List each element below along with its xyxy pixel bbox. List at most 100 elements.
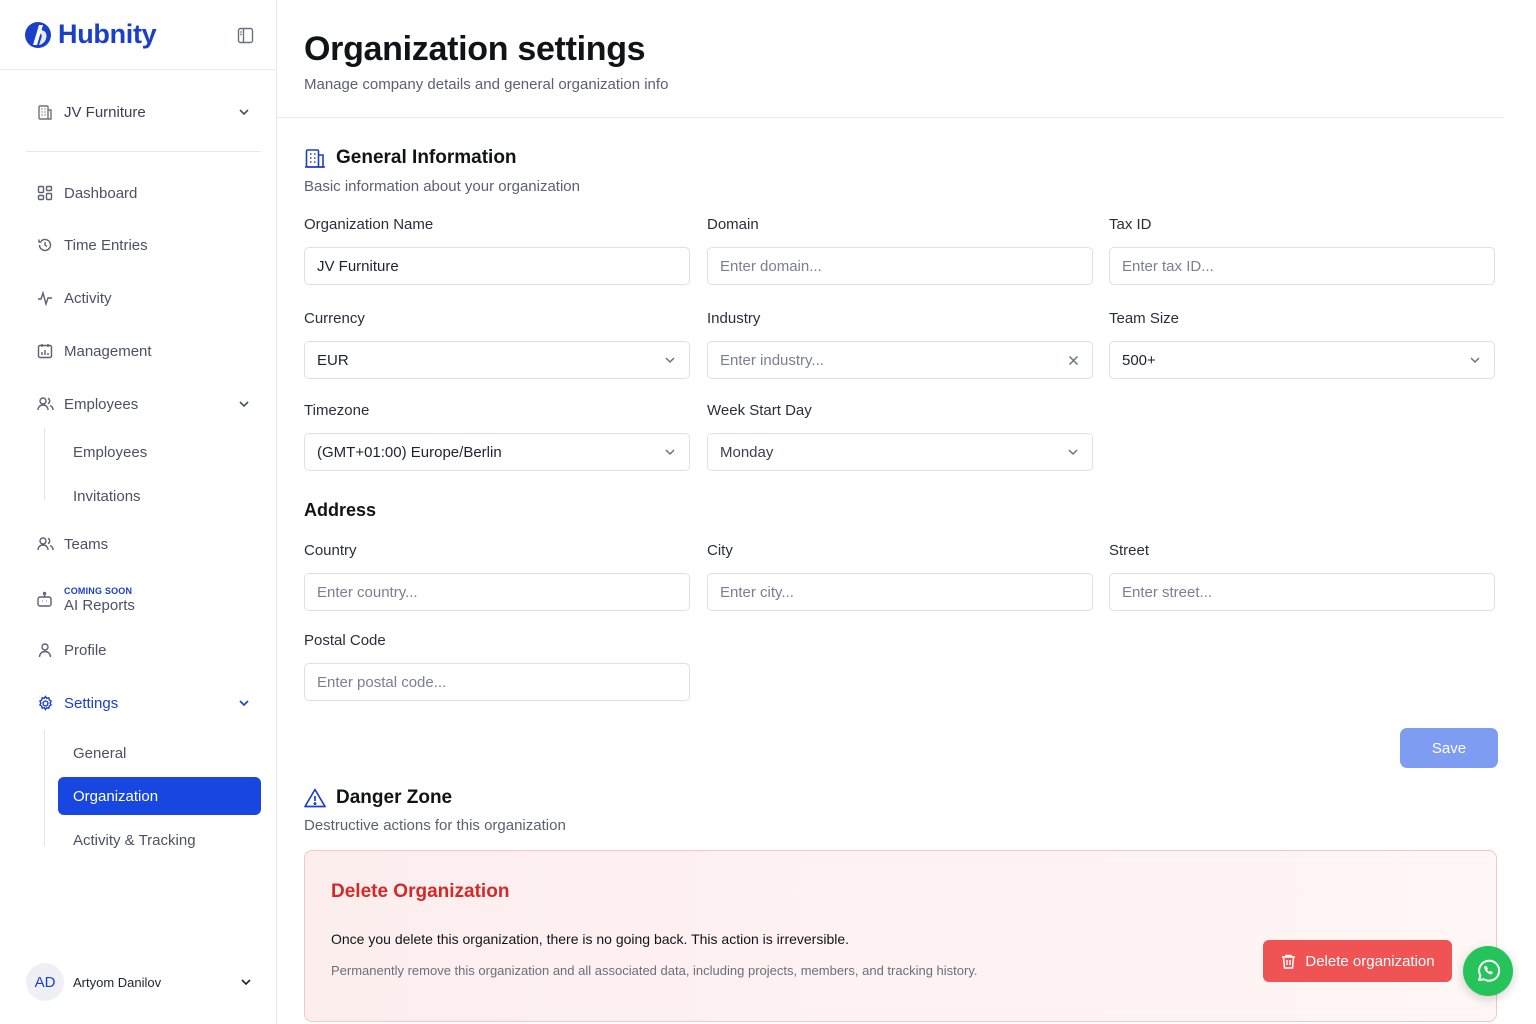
sidebar-item-dashboard[interactable]: Dashboard: [26, 175, 261, 211]
sidebar-item-label: Settings: [64, 694, 119, 712]
sidebar-item-profile[interactable]: Profile: [26, 632, 261, 668]
header-divider: [277, 117, 1504, 118]
tax-id-input[interactable]: [1122, 257, 1482, 275]
currency-select[interactable]: EUR: [304, 341, 690, 379]
warning-triangle-icon: [304, 787, 326, 809]
sidebar-item-label: Dashboard: [64, 184, 138, 202]
users-icon: [36, 395, 54, 413]
grid-icon: [36, 184, 54, 202]
street-input[interactable]: [1122, 583, 1482, 601]
org-name-input[interactable]: [317, 257, 677, 275]
user-icon: [36, 641, 54, 659]
org-name-field[interactable]: [304, 247, 690, 285]
country-input[interactable]: [317, 583, 677, 601]
sidebar-item-settings[interactable]: Settings: [26, 685, 261, 721]
activity-pulse-icon: [36, 289, 54, 307]
building-icon: [36, 103, 54, 121]
team-size-select[interactable]: 500+: [1109, 341, 1495, 379]
chevron-down-icon: [239, 975, 253, 989]
sidebar-item-label: Management: [64, 342, 152, 360]
user-menu[interactable]: AD Artyom Danilov: [26, 962, 261, 1002]
calendar-chart-icon: [36, 342, 54, 360]
address-title: Address: [304, 500, 377, 520]
delete-organization-button[interactable]: Delete organization: [1263, 940, 1452, 982]
country-label: Country: [304, 542, 357, 559]
sidebar-item-teams[interactable]: Teams: [26, 526, 261, 562]
currency-label: Currency: [304, 310, 365, 327]
sidebar-collapse-icon[interactable]: [236, 26, 254, 44]
hubnity-logo-icon: [25, 21, 51, 48]
team-size-value: 500+: [1122, 351, 1156, 369]
sidebar-item-label: Time Entries: [64, 236, 148, 254]
postal-code-label: Postal Code: [304, 632, 386, 649]
domain-field[interactable]: [707, 247, 1093, 285]
delete-organization-label: Delete organization: [1305, 952, 1435, 970]
chevron-down-icon: [1066, 445, 1080, 459]
street-field[interactable]: [1109, 573, 1495, 611]
history-icon: [36, 236, 54, 254]
domain-label: Domain: [707, 216, 759, 233]
chevron-down-icon: [663, 445, 677, 459]
industry-input[interactable]: [720, 351, 1067, 369]
bot-icon: [36, 591, 54, 609]
week-start-select[interactable]: Monday: [707, 433, 1093, 471]
sidebar-item-management[interactable]: Management: [26, 333, 261, 369]
city-input[interactable]: [720, 583, 1080, 601]
brand-name: Hubnity: [58, 19, 157, 49]
week-start-value: Monday: [720, 443, 774, 461]
users-icon: [36, 535, 54, 553]
section-subtitle: Destructive actions for this organizatio…: [304, 817, 566, 834]
sidebar-subitem-activity-tracking[interactable]: Activity & Tracking: [58, 822, 261, 858]
general-info-header: General Information: [304, 147, 517, 169]
sidebar: Hubnity JV Furniture Dashboard Time Entr…: [0, 0, 277, 1024]
sidebar-item-label: Activity: [64, 289, 112, 307]
building-icon: [304, 147, 326, 169]
industry-label: Industry: [707, 310, 761, 327]
delete-warning-text: Once you delete this organization, there…: [331, 931, 850, 947]
sidebar-item-ai-reports[interactable]: COMING SOON AI Reports: [26, 580, 261, 620]
close-icon[interactable]: [1067, 354, 1080, 367]
gear-icon: [36, 694, 54, 712]
org-name-label: Organization Name: [304, 216, 434, 233]
chevron-down-icon: [1468, 353, 1482, 367]
sidebar-item-label: AI Reports: [64, 597, 135, 614]
chevron-down-icon: [663, 353, 677, 367]
sidebar-item-label: Teams: [64, 535, 109, 553]
org-switcher-label: JV Furniture: [64, 103, 146, 121]
sidebar-item-employees[interactable]: Employees: [26, 386, 261, 422]
industry-field[interactable]: [707, 341, 1093, 379]
whatsapp-chat-button[interactable]: [1463, 946, 1513, 996]
chevron-down-icon: [237, 105, 251, 119]
delete-organization-card: Delete Organization Once you delete this…: [304, 850, 1497, 1022]
sidebar-item-time-entries[interactable]: Time Entries: [26, 227, 261, 263]
city-field[interactable]: [707, 573, 1093, 611]
trash-icon: [1280, 953, 1297, 970]
chevron-down-icon: [237, 696, 251, 710]
sidebar-item-label: Profile: [64, 641, 107, 659]
danger-zone-header: Danger Zone: [304, 787, 452, 809]
sidebar-item-activity[interactable]: Activity: [26, 280, 261, 316]
sidebar-subitem-organization[interactable]: Organization: [58, 777, 261, 815]
postal-code-input[interactable]: [317, 673, 677, 691]
city-label: City: [707, 542, 733, 559]
sidebar-subitem-employees[interactable]: Employees: [58, 434, 261, 470]
country-field[interactable]: [304, 573, 690, 611]
postal-code-field[interactable]: [304, 663, 690, 701]
brand: Hubnity: [0, 0, 276, 70]
team-size-label: Team Size: [1109, 310, 1180, 327]
app: Hubnity JV Furniture Dashboard Time Entr…: [0, 0, 1536, 1024]
sidebar-subitem-general[interactable]: General: [58, 735, 261, 771]
page-subtitle: Manage company details and general organ…: [304, 76, 669, 93]
street-label: Street: [1109, 542, 1150, 559]
org-switcher[interactable]: JV Furniture: [26, 90, 261, 134]
delete-organization-title: Delete Organization: [331, 881, 510, 902]
sidebar-subitem-invitations[interactable]: Invitations: [58, 478, 261, 514]
section-subtitle: Basic information about your organizatio…: [304, 178, 580, 195]
main-content: Organization settings Manage company det…: [277, 0, 1536, 1024]
tax-id-field[interactable]: [1109, 247, 1495, 285]
timezone-select[interactable]: (GMT+01:00) Europe/Berlin: [304, 433, 690, 471]
domain-input[interactable]: [720, 257, 1080, 275]
save-button[interactable]: Save: [1400, 728, 1498, 768]
whatsapp-icon: [1478, 959, 1501, 982]
sidebar-divider: [26, 151, 261, 152]
